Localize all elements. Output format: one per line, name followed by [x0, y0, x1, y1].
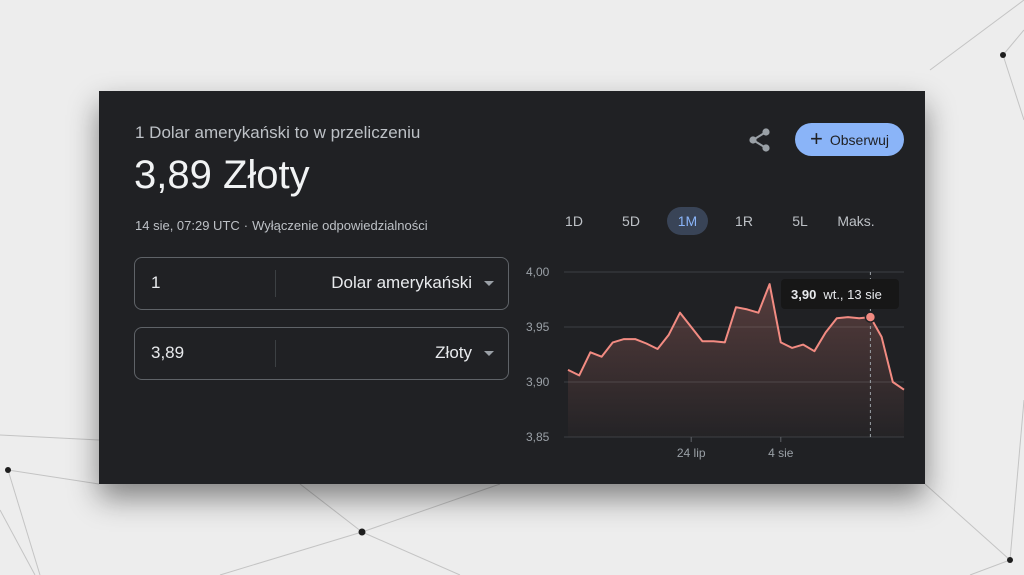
- y-tick-label: 3,95: [526, 320, 550, 334]
- meta-separator: ·: [243, 218, 249, 233]
- from-currency-select[interactable]: Dolar amerykański: [331, 273, 472, 293]
- chart-tooltip: 3,90 wt., 13 sie: [781, 279, 899, 309]
- plus-icon: +: [810, 125, 823, 151]
- disclaimer-link[interactable]: Wyłączenie odpowiedzialności: [252, 218, 427, 233]
- tab-1m[interactable]: 1M: [667, 207, 708, 235]
- x-tick-label: 24 lip: [677, 446, 706, 460]
- hover-point: [864, 311, 877, 323]
- y-tick-label: 3,85: [526, 430, 550, 444]
- follow-button-label: Obserwuj: [829, 131, 889, 148]
- time-range-tabs: 1D 5D 1M 1R 5L Maks.: [554, 207, 884, 235]
- currency-converter-card: 1 Dolar amerykański to w przeliczeniu 3,…: [99, 91, 925, 484]
- to-currency-select[interactable]: Złoty: [435, 343, 472, 363]
- tooltip-value: 3,90: [791, 286, 817, 302]
- follow-button[interactable]: + Obserwuj: [795, 123, 904, 156]
- to-currency-row: 3,89 Złoty: [134, 327, 509, 380]
- y-tick-label: 3,90: [526, 375, 550, 389]
- tab-max[interactable]: Maks.: [828, 207, 884, 235]
- chevron-down-icon[interactable]: [484, 281, 494, 286]
- rate-meta: 14 sie, 07:29 UTC · Wyłączenie odpowiedzia…: [135, 218, 428, 233]
- tab-1d[interactable]: 1D: [554, 207, 594, 235]
- x-tick-label: 4 sie: [768, 446, 794, 460]
- tab-1r[interactable]: 1R: [724, 207, 764, 235]
- to-amount-input[interactable]: 3,89: [151, 343, 184, 363]
- tab-5d[interactable]: 5D: [611, 207, 651, 235]
- tab-5l[interactable]: 5L: [780, 207, 820, 235]
- field-divider: [275, 270, 276, 297]
- share-icon[interactable]: [744, 124, 776, 156]
- tooltip-date: wt., 13 sie: [823, 286, 882, 302]
- y-tick-label: 4,00: [526, 265, 550, 279]
- rate-timestamp: 14 sie, 07:29 UTC: [135, 218, 240, 233]
- exchange-rate: 3,89 Złoty: [134, 153, 310, 197]
- from-currency-row: 1 Dolar amerykański: [134, 257, 509, 310]
- conversion-subtitle: 1 Dolar amerykański to w przeliczeniu: [135, 123, 421, 142]
- from-amount-input[interactable]: 1: [151, 273, 160, 293]
- field-divider: [275, 340, 276, 367]
- chevron-down-icon[interactable]: [484, 351, 494, 356]
